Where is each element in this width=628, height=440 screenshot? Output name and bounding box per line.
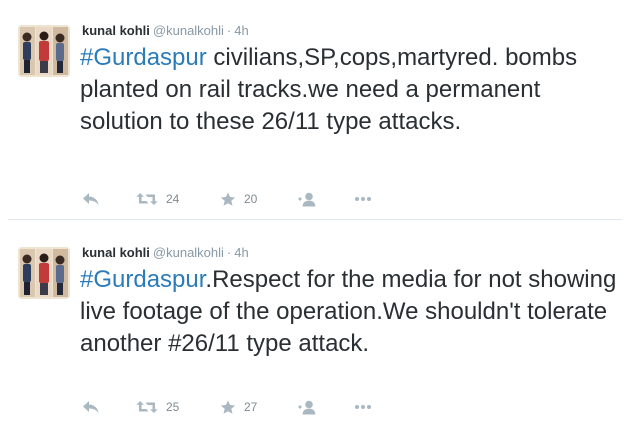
retweet-button[interactable]: 24 [136,187,179,211]
favorite-button[interactable]: 27 [220,395,257,419]
favorite-count: 27 [244,400,258,414]
favorite-icon [220,400,236,414]
retweet-button[interactable]: 25 [136,395,179,419]
more-button[interactable] [354,395,372,419]
author-name[interactable]: kunal kohli [82,23,150,38]
follow-button[interactable] [298,395,320,419]
avatar-image [18,25,70,77]
retweet-icon [136,193,158,205]
favorite-icon [220,192,236,206]
tweet-timeline: kunal kohli @kunalkohli · 4h #Gurdaspur civ… [0,0,628,440]
retweet-count: 25 [166,400,180,414]
favorite-count: 20 [244,192,258,206]
reply-icon [83,193,99,205]
more-icon [355,197,371,201]
hashtag-link[interactable]: #Gurdaspur [80,44,207,71]
avatar[interactable] [18,25,70,77]
tweet-timestamp[interactable]: 4h [234,245,248,260]
avatar[interactable] [18,247,70,299]
follow-icon [298,400,316,414]
retweet-icon [136,401,158,413]
author-handle[interactable]: @kunalkohli [153,23,224,38]
reply-button[interactable] [82,395,100,419]
tweet-text: #Gurdaspur civilians,SP,cops,martyred. b… [80,42,620,138]
header-separator: · [226,245,232,260]
tweet-actions: 25 27 [82,395,482,419]
favorite-button[interactable]: 20 [220,187,257,211]
tweet-divider [8,219,622,220]
author-name[interactable]: kunal kohli [82,245,150,260]
reply-button[interactable] [82,187,100,211]
follow-button[interactable] [298,187,320,211]
tweet-timestamp[interactable]: 4h [234,23,248,38]
header-separator: · [226,23,232,38]
tweet-actions: 24 20 [82,187,482,211]
more-button[interactable] [354,187,372,211]
avatar-image [18,247,70,299]
retweet-count: 24 [166,192,180,206]
hashtag-link[interactable]: #Gurdaspur [80,266,205,293]
more-icon [355,405,371,409]
tweet-header: kunal kohli @kunalkohli · 4h [82,22,249,40]
reply-icon [83,401,99,413]
tweet-header: kunal kohli @kunalkohli · 4h [82,244,249,262]
tweet[interactable]: kunal kohli @kunalkohli · 4h #Gurdaspur civ… [0,0,628,218]
tweet[interactable]: kunal kohli @kunalkohli · 4h #Gurdaspur.Res… [0,222,628,440]
tweet-text: #Gurdaspur.Respect for the media for not… [80,264,620,360]
author-handle[interactable]: @kunalkohli [153,245,224,260]
follow-icon [298,192,316,206]
